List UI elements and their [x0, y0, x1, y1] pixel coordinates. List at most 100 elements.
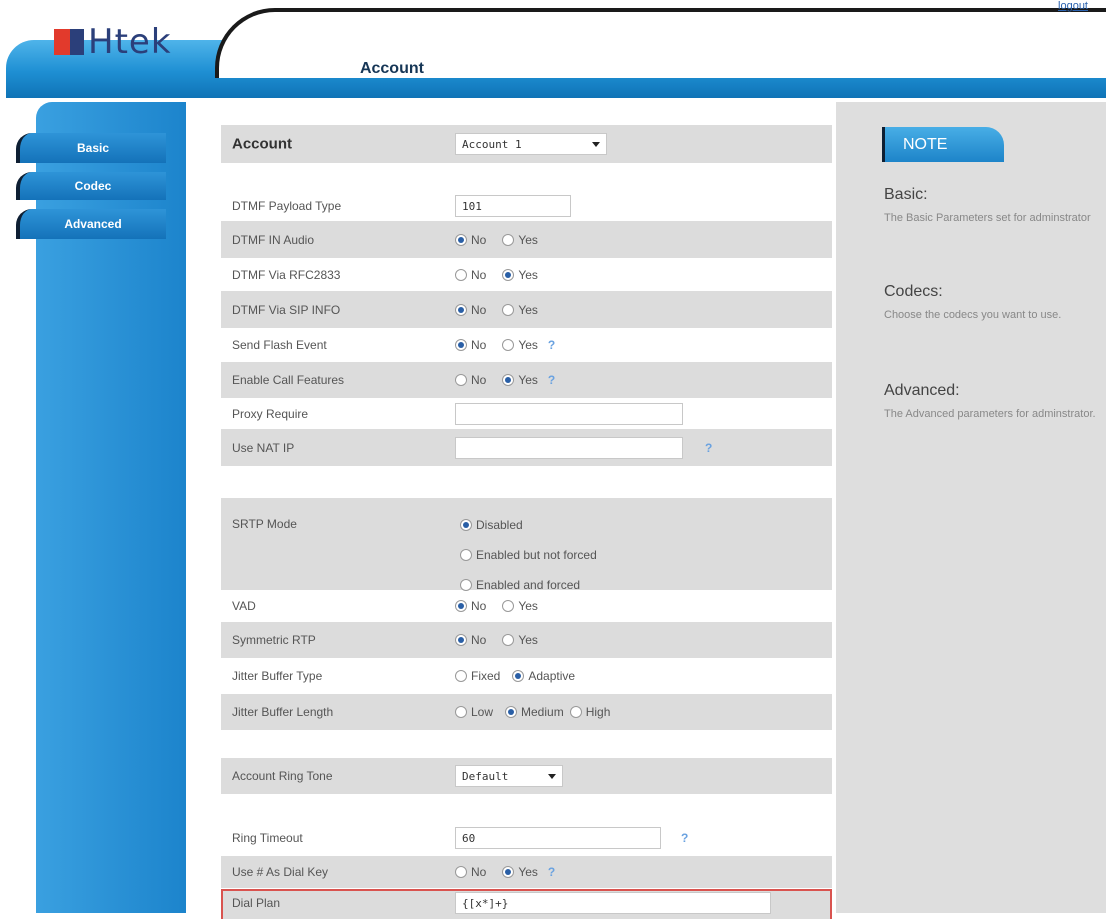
ring-tone-control: Default [455, 765, 563, 787]
dial-plan-row: Dial Plan [221, 889, 832, 919]
radio-label: Yes [518, 599, 538, 613]
dtmf-in-audio-label: DTMF IN Audio [232, 232, 315, 247]
enable-call-features-row: Enable Call Features No Yes ? [221, 362, 832, 398]
use-nat-ip-input[interactable] [455, 436, 683, 459]
dtmf-sip-info-no-radio[interactable] [455, 303, 467, 316]
radio-label: Fixed [471, 669, 501, 683]
use-hash-row: Use # As Dial Key No Yes ? [221, 856, 832, 888]
nav-account[interactable]: Account [348, 60, 436, 78]
nav-setting[interactable]: Setting [671, 60, 749, 78]
jitter-adaptive-radio[interactable] [512, 670, 525, 682]
use-hash-control: No Yes ? [455, 865, 555, 879]
dtmf-rfc2833-label: DTMF Via RFC2833 [232, 267, 341, 282]
radio-label: No [471, 338, 487, 352]
use-hash-no-radio[interactable] [455, 866, 467, 878]
sidebar-item-basic[interactable]: Basic [16, 133, 166, 163]
help-icon[interactable]: ? [548, 373, 555, 387]
vad-no-radio[interactable] [455, 600, 467, 612]
use-nat-ip-label: Use NAT IP [232, 440, 295, 455]
help-icon[interactable]: ? [548, 865, 555, 879]
nav-management[interactable]: Management [852, 60, 974, 78]
send-flash-no-radio[interactable] [455, 339, 467, 351]
radio-label: Yes [518, 373, 538, 387]
enable-call-features-label: Enable Call Features [232, 373, 345, 387]
use-nat-ip-row: Use NAT IP ? [221, 429, 832, 466]
sidebar-item-advanced[interactable]: Advanced [16, 209, 166, 239]
jitter-length-label: Jitter Buffer Length [232, 705, 334, 719]
srtp-disabled-radio[interactable] [460, 519, 472, 531]
send-flash-label: Send Flash Event [232, 338, 327, 352]
help-icon[interactable]: ? [681, 831, 688, 845]
srtp-row: SRTP Mode Disabled Enabled but not force… [221, 498, 832, 592]
radio-label: Yes [518, 338, 538, 352]
vad-yes-radio[interactable] [502, 600, 515, 612]
jitter-high-radio[interactable] [569, 706, 582, 718]
dtmf-sip-info-yes-radio[interactable] [502, 303, 515, 316]
dtmf-rfc2833-row: DTMF Via RFC2833 No Yes [221, 258, 832, 291]
ring-timeout-input[interactable] [455, 827, 661, 849]
chevron-down-icon [592, 141, 600, 147]
radio-label: Yes [518, 302, 538, 317]
note-title: NOTE [882, 127, 1004, 162]
jitter-length-control: Low Medium High [455, 705, 626, 719]
proxy-require-input[interactable] [455, 402, 683, 425]
logo-text: Htek [88, 22, 172, 62]
dtmf-payload-input[interactable] [455, 195, 571, 217]
dtmf-rfc2833-yes-radio[interactable] [502, 268, 515, 281]
symmetric-rtp-no-radio[interactable] [455, 634, 467, 646]
enable-call-features-control: No Yes ? [455, 373, 555, 387]
account-label: Account [232, 135, 292, 153]
dtmf-sip-info-control: No Yes [455, 303, 554, 317]
ring-timeout-label: Ring Timeout [232, 831, 303, 845]
radio-label: Yes [518, 633, 538, 647]
nav-network[interactable]: Network [440, 60, 527, 78]
use-hash-yes-radio[interactable] [502, 866, 515, 878]
logout-link[interactable]: logout [1058, 0, 1088, 12]
help-icon[interactable]: ? [705, 441, 712, 455]
dial-plan-label: Dial Plan [232, 896, 281, 910]
dtmf-in-audio-yes-radio[interactable] [502, 233, 515, 246]
account-select[interactable]: Account 1 [455, 133, 607, 155]
radio-label: Medium [521, 705, 564, 719]
radio-label: No [471, 267, 487, 282]
jitter-type-row: Jitter Buffer Type Fixed Adaptive [221, 658, 832, 694]
help-icon[interactable]: ? [548, 338, 555, 352]
dtmf-in-audio-control: No Yes [455, 233, 554, 247]
note-text-advanced: The Advanced parameters for adminstrator… [884, 408, 1096, 420]
radio-label: Low [471, 705, 494, 719]
dtmf-rfc2833-control: No Yes [455, 268, 554, 282]
enable-call-features-yes-radio[interactable] [502, 374, 515, 386]
note-text-basic: The Basic Parameters set for adminstrato… [884, 212, 1091, 224]
radio-label: No [471, 599, 487, 613]
jitter-medium-radio[interactable] [505, 706, 518, 718]
radio-label: High [585, 705, 611, 719]
symmetric-rtp-yes-radio[interactable] [502, 634, 515, 646]
jitter-length-row: Jitter Buffer Length Low Medium High [221, 694, 832, 730]
nav-directory[interactable]: Directory [753, 60, 847, 78]
srtp-enabled-not-forced-radio[interactable] [460, 549, 472, 561]
enable-call-features-no-radio[interactable] [455, 374, 467, 386]
account-row: Account Account 1 [221, 125, 832, 163]
dtmf-rfc2833-no-radio[interactable] [455, 268, 467, 281]
nav-home[interactable]: Home [275, 60, 343, 78]
radio-label: No [471, 232, 487, 247]
jitter-low-radio[interactable] [455, 706, 467, 718]
radio-label: No [471, 373, 487, 387]
account-select-value: Account 1 [462, 137, 522, 151]
nav-function-keys[interactable]: Function Keys [532, 60, 666, 78]
sidebar-item-codec[interactable]: Codec [16, 172, 166, 200]
dial-plan-input[interactable] [455, 892, 771, 914]
jitter-fixed-radio[interactable] [455, 670, 467, 682]
proxy-require-label: Proxy Require [232, 406, 309, 421]
symmetric-rtp-label: Symmetric RTP [232, 633, 316, 647]
dtmf-in-audio-no-radio[interactable] [455, 233, 467, 246]
radio-label: Yes [518, 865, 538, 879]
dtmf-payload-label: DTMF Payload Type [232, 199, 342, 213]
ring-tone-select[interactable]: Default [455, 765, 563, 787]
send-flash-yes-radio[interactable] [502, 339, 515, 351]
proxy-require-row: Proxy Require [221, 398, 832, 429]
note-text-codecs: Choose the codecs you want to use. [884, 309, 1062, 321]
radio-label: Yes [518, 267, 538, 282]
radio-label: Enabled but not forced [476, 548, 597, 562]
top-nav: Home | Account | Network | Function Keys… [275, 57, 974, 81]
